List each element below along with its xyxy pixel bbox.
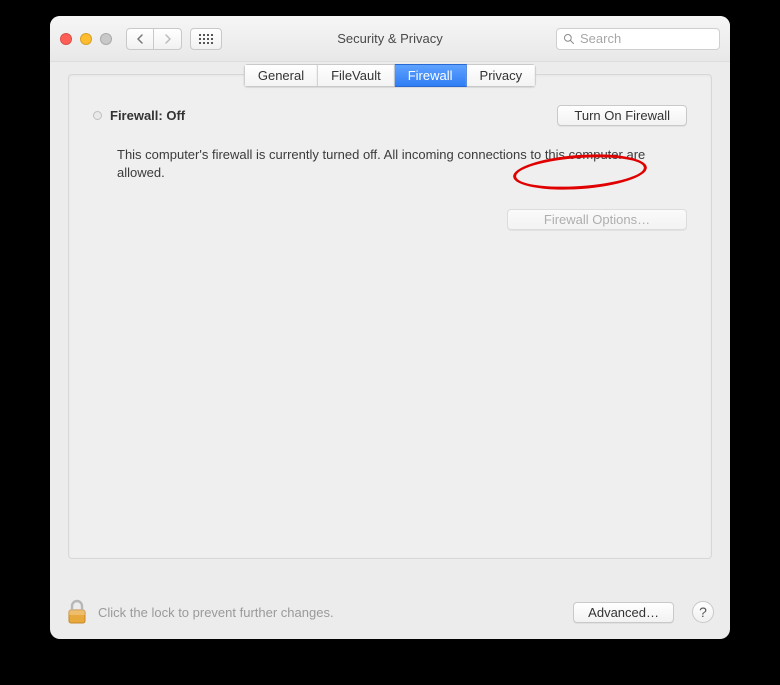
search-icon bbox=[563, 33, 575, 45]
search-field[interactable] bbox=[556, 28, 720, 50]
tab-filevault[interactable]: FileVault bbox=[318, 64, 395, 87]
tab-bar: General FileVault Firewall Privacy bbox=[244, 64, 536, 87]
firewall-status-row: Firewall: Off Turn On Firewall bbox=[93, 105, 687, 126]
firewall-description: This computer's firewall is currently tu… bbox=[117, 146, 677, 181]
tab-general[interactable]: General bbox=[244, 64, 318, 87]
footer: Click the lock to prevent further change… bbox=[50, 585, 730, 639]
minimize-window-button[interactable] bbox=[80, 33, 92, 45]
content-area: General FileVault Firewall Privacy Firew… bbox=[50, 62, 730, 585]
firewall-status-label: Firewall: Off bbox=[110, 108, 549, 123]
chevron-left-icon bbox=[136, 34, 145, 44]
main-panel: General FileVault Firewall Privacy Firew… bbox=[68, 74, 712, 559]
firewall-options-button[interactable]: Firewall Options… bbox=[507, 209, 687, 230]
firewall-options-row: Firewall Options… bbox=[93, 209, 687, 230]
search-input[interactable] bbox=[580, 31, 713, 46]
lock-icon[interactable] bbox=[66, 599, 88, 625]
firewall-pane: Firewall: Off Turn On Firewall This comp… bbox=[69, 75, 711, 248]
preferences-window: Security & Privacy General FileVault Fir… bbox=[50, 16, 730, 639]
window-controls bbox=[60, 33, 112, 45]
tab-privacy[interactable]: Privacy bbox=[467, 64, 537, 87]
grid-icon bbox=[199, 34, 213, 44]
titlebar: Security & Privacy bbox=[50, 16, 730, 62]
show-all-button[interactable] bbox=[190, 28, 222, 50]
lock-hint-text: Click the lock to prevent further change… bbox=[98, 605, 563, 620]
status-indicator-icon bbox=[93, 111, 102, 120]
forward-button[interactable] bbox=[154, 28, 182, 50]
nav-buttons bbox=[126, 28, 182, 50]
turn-on-firewall-button[interactable]: Turn On Firewall bbox=[557, 105, 687, 126]
back-button[interactable] bbox=[126, 28, 154, 50]
zoom-window-button[interactable] bbox=[100, 33, 112, 45]
chevron-right-icon bbox=[163, 34, 172, 44]
help-button[interactable]: ? bbox=[692, 601, 714, 623]
advanced-button[interactable]: Advanced… bbox=[573, 602, 674, 623]
tab-firewall[interactable]: Firewall bbox=[395, 64, 467, 87]
close-window-button[interactable] bbox=[60, 33, 72, 45]
